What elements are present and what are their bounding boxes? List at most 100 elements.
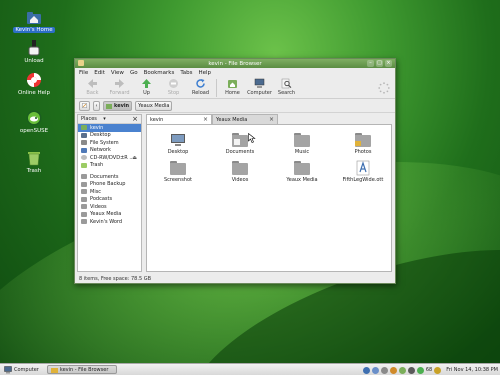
battery-percent: 68 <box>425 367 433 373</box>
close-icon[interactable]: × <box>385 60 392 67</box>
sidebar-header[interactable]: Places ▾ × <box>78 115 141 124</box>
file-name: FifthLegWide.ott <box>342 177 384 183</box>
file-item-videos[interactable]: Videos <box>218 160 262 183</box>
taskbar-item-label: kevin - File Browser <box>59 366 109 373</box>
eject-icon[interactable]: ⏏ <box>132 155 137 161</box>
menu-view[interactable]: View <box>111 70 124 76</box>
file-name: Screenshot <box>164 177 192 183</box>
file-name: Music <box>294 149 310 155</box>
clipboard-icon[interactable] <box>389 366 397 374</box>
network-status-icon[interactable] <box>398 366 406 374</box>
sidebar-item-label: Desktop <box>90 132 111 139</box>
sidebar-bookmark-yeaux-media[interactable]: Yeaux Media <box>78 211 141 219</box>
desktop-icon-opensuse[interactable]: openSUSE <box>12 110 56 134</box>
sidebar-item-kevin[interactable]: kevin <box>78 124 141 132</box>
menu-bookmarks[interactable]: Bookmarks <box>144 70 175 76</box>
computer-menu-button[interactable]: Computer <box>0 365 43 375</box>
computer-icon <box>254 78 265 88</box>
sidebar-item-label: Phone Backup <box>90 181 126 188</box>
up-arrow-icon <box>142 79 151 88</box>
power-icon[interactable] <box>434 366 442 374</box>
sidebar-item-file-system[interactable]: File System <box>78 139 141 147</box>
sidebar-item-label: Documents <box>90 173 119 180</box>
file-item-desktop[interactable]: Desktop <box>156 132 200 155</box>
volume-icon[interactable] <box>407 366 415 374</box>
battery-icon[interactable] <box>416 366 424 374</box>
chevron-down-icon[interactable]: ▾ <box>103 116 106 122</box>
desktop-icon-label: Online Help <box>17 90 51 96</box>
computer-menu-label: Computer <box>14 366 39 373</box>
minimize-icon[interactable]: – <box>367 60 374 67</box>
desktop-icon-label: Unload <box>24 58 44 64</box>
file-item-font[interactable]: FifthLegWide.ott <box>341 160 385 183</box>
sidebar-item-label: Trash <box>90 162 104 169</box>
computer-label: Computer <box>247 90 272 96</box>
maximize-icon[interactable]: □ <box>376 60 383 67</box>
folder-icon <box>81 174 87 180</box>
menu-tabs[interactable]: Tabs <box>180 70 192 76</box>
path-scroll-left-button[interactable]: ‹ <box>93 100 100 111</box>
tab-kevin[interactable]: kevin × <box>146 114 212 124</box>
home-button[interactable]: Home <box>219 78 246 96</box>
menu-go[interactable]: Go <box>130 70 138 76</box>
reload-button[interactable]: Reload <box>187 78 214 96</box>
edit-location-icon <box>82 103 87 108</box>
folder-icon <box>50 367 58 373</box>
sidebar-item-optical-drive[interactable]: CD-RW/DVD±R ... ⏏ <box>78 154 141 162</box>
tab-yeaux-media[interactable]: Yeaux Media × <box>212 114 278 124</box>
menu-edit[interactable]: Edit <box>94 70 105 76</box>
close-icon[interactable]: × <box>132 115 138 123</box>
file-item-photos[interactable]: Photos <box>341 132 385 155</box>
desktop-icon-unload[interactable]: Unload <box>12 40 56 64</box>
location-toggle-button[interactable] <box>79 100 90 111</box>
file-item-music[interactable]: Music <box>280 132 324 155</box>
desktop-icon-label: openSUSE <box>19 128 49 134</box>
close-icon[interactable]: × <box>203 116 208 123</box>
sidebar-bookmark-podcasts[interactable]: Podcasts <box>78 196 141 204</box>
computer-button[interactable]: Computer <box>246 78 273 96</box>
documents-folder-icon <box>232 133 248 147</box>
file-item-screenshot[interactable]: Screenshot <box>156 160 200 183</box>
window-menu-icon[interactable] <box>78 60 84 66</box>
sidebar-bookmark-kevins-word[interactable]: Kevin's Word <box>78 218 141 226</box>
file-item-yeaux-media[interactable]: Yeaux Media <box>280 160 324 183</box>
up-button[interactable]: Up <box>133 78 160 96</box>
file-browser-window: kevin - File Browser – □ × File Edit Vie… <box>74 58 396 284</box>
close-icon[interactable]: × <box>269 116 274 123</box>
clock[interactable]: Fri Nov 14, 10:38 PM <box>446 367 498 373</box>
sidebar-item-label: kevin <box>90 124 104 131</box>
system-tray: 68 Fri Nov 14, 10:38 PM <box>362 365 498 375</box>
desktop-icon-online-help[interactable]: Online Help <box>12 72 56 96</box>
path-button-other[interactable]: Yeaux Media <box>135 100 173 111</box>
menu-file[interactable]: File <box>79 70 88 76</box>
folder-icon <box>81 204 87 210</box>
sidebar-bookmark-documents[interactable]: Documents <box>78 173 141 181</box>
back-button[interactable]: Back <box>79 78 106 96</box>
home-label: Home <box>225 90 240 96</box>
forward-label: Forward <box>109 90 130 96</box>
desktop-icon-trash[interactable]: Trash <box>12 150 56 174</box>
forward-button[interactable]: Forward <box>106 78 133 96</box>
stop-button[interactable]: Stop <box>160 78 187 96</box>
sidebar-bookmark-videos[interactable]: Videos <box>78 203 141 211</box>
sidebar-bookmark-misc[interactable]: Misc <box>78 188 141 196</box>
sidebar-item-network[interactable]: Network <box>78 147 141 155</box>
reload-label: Reload <box>191 90 209 96</box>
window-titlebar[interactable]: kevin - File Browser – □ × <box>75 59 395 68</box>
display-icon[interactable] <box>380 366 388 374</box>
sidebar-bookmark-phone-backup[interactable]: Phone Backup <box>78 181 141 189</box>
file-name: Yeaux Media <box>286 177 318 183</box>
menu-help[interactable]: Help <box>199 70 212 76</box>
desktop-icon-home[interactable]: Kevin's Home <box>12 11 56 33</box>
path-button-current[interactable]: kevin <box>103 100 133 111</box>
search-icon <box>281 78 292 89</box>
bluetooth-icon[interactable] <box>362 366 370 374</box>
status-bar: 8 items, Free space: 78.5 GB <box>77 274 393 283</box>
taskbar-item-file-browser[interactable]: kevin - File Browser <box>46 365 117 374</box>
sidebar-item-trash[interactable]: Trash <box>78 162 141 170</box>
sidebar-item-desktop[interactable]: Desktop <box>78 132 141 140</box>
throbber-icon <box>378 82 390 94</box>
file-view[interactable]: Desktop Documents Music Photos Screensho… <box>146 124 392 272</box>
search-button[interactable]: Search <box>273 78 300 96</box>
updater-icon[interactable] <box>371 366 379 374</box>
